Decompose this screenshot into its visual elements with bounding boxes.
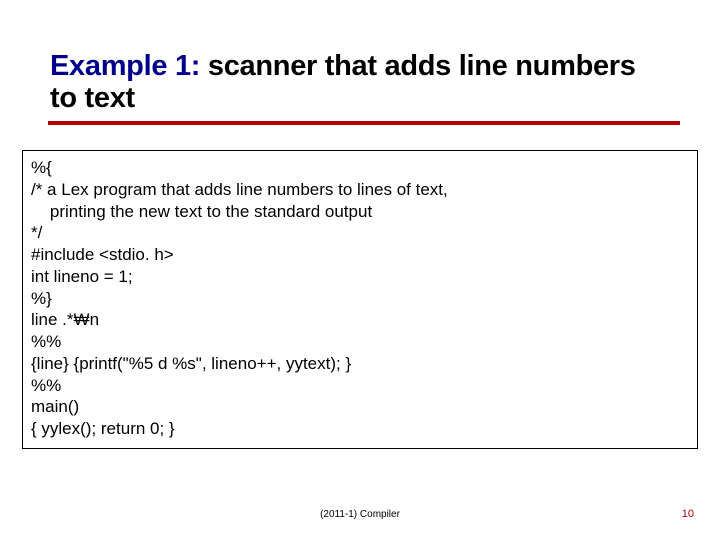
- title-block: Example 1: scanner that adds line number…: [50, 50, 670, 125]
- slide: Example 1: scanner that adds line number…: [0, 0, 720, 540]
- code-line: int lineno = 1;: [31, 266, 689, 288]
- slide-title: Example 1: scanner that adds line number…: [50, 50, 670, 115]
- code-line: %}: [31, 288, 689, 310]
- code-box: %{ /* a Lex program that adds line numbe…: [22, 150, 698, 449]
- page-number: 10: [682, 508, 694, 520]
- code-line: */: [31, 222, 689, 244]
- code-line: { yylex(); return 0; }: [31, 418, 689, 440]
- footer-center: (2011-1) Compiler: [0, 509, 720, 520]
- code-line: %%: [31, 375, 689, 397]
- code-line: line .*₩n: [31, 309, 689, 331]
- code-line: #include <stdio. h>: [31, 244, 689, 266]
- code-line: %%: [31, 331, 689, 353]
- title-underline: [48, 121, 680, 125]
- code-line: printing the new text to the standard ou…: [31, 201, 689, 223]
- code-line: {line} {printf("%5 d %s", lineno++, yyte…: [31, 353, 689, 375]
- title-prefix: Example 1:: [50, 50, 200, 82]
- code-line: main(): [31, 396, 689, 418]
- code-line: /* a Lex program that adds line numbers …: [31, 179, 689, 201]
- code-line: %{: [31, 157, 689, 179]
